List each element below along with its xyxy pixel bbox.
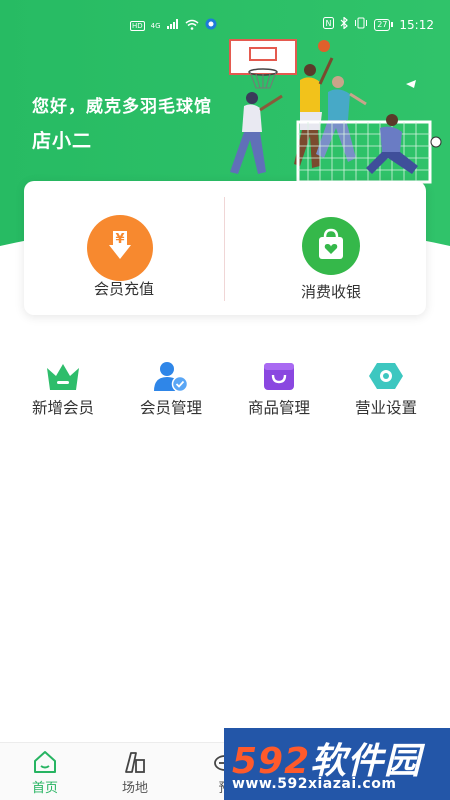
main-action-card: ¥ ¥ 会员充值 消费收银 xyxy=(24,181,426,315)
bluetooth-icon xyxy=(340,16,349,32)
recharge-button[interactable]: ¥ ¥ 会员充值 xyxy=(24,181,224,315)
tab-label: 首页 xyxy=(31,781,58,796)
greeting-text: 您好，威克多羽毛球馆 xyxy=(32,97,212,117)
shortcut-add-member[interactable]: 新增会员 xyxy=(13,356,113,422)
recharge-label: 会员充值 xyxy=(93,280,154,298)
batter-figure xyxy=(230,92,283,174)
shopping-bag-heart-icon xyxy=(302,217,360,275)
battery-level: 27 xyxy=(374,18,391,31)
vibrate-icon xyxy=(354,17,368,32)
basketball-hoop-icon xyxy=(229,39,297,89)
status-app-icon xyxy=(205,18,217,33)
svg-text:N: N xyxy=(326,19,332,28)
shopping-box-icon xyxy=(261,360,297,392)
clock: 15:12 xyxy=(399,17,434,32)
shortcut-label: 新增会员 xyxy=(31,399,94,417)
shortcut-label: 营业设置 xyxy=(354,399,417,417)
owner-name: 店小二 xyxy=(32,130,93,152)
shortcut-business-settings[interactable]: 营业设置 xyxy=(336,356,436,422)
basketball-icon xyxy=(318,40,330,52)
shortcut-label: 会员管理 xyxy=(139,399,202,417)
nfc-icon: N xyxy=(323,17,335,32)
hexagon-setting-icon xyxy=(368,360,404,392)
runner-figure xyxy=(316,76,367,162)
yen-download-icon: ¥ ¥ xyxy=(87,215,153,281)
status-right: N 27 15:12 xyxy=(323,16,434,32)
signal-icon xyxy=(166,19,179,32)
home-icon xyxy=(33,750,57,774)
venue-icon xyxy=(123,750,147,774)
tab-label: 场地 xyxy=(121,781,148,796)
sports-illustration xyxy=(229,39,442,184)
tab-venue[interactable]: 场地 xyxy=(90,743,180,800)
hd-indicator: HD xyxy=(130,20,145,31)
home-screen: HD 4G N 27 15:12 您好，威克多羽毛球馆 店小二 ¥ 会员充值 消… xyxy=(0,0,450,800)
shortcut-goods-manage[interactable]: 商品管理 xyxy=(229,356,329,422)
network-type: 4G xyxy=(150,21,161,30)
watermark-url: www.592xiazai.com xyxy=(232,776,397,792)
watermark-592: 592软件园 www.592xiazai.com xyxy=(224,728,450,800)
wifi-icon xyxy=(185,19,199,33)
soccer-ball-icon xyxy=(430,136,442,148)
status-left: HD 4G xyxy=(130,18,217,33)
shortcut-member-manage[interactable]: 会员管理 xyxy=(121,356,221,422)
tab-home[interactable]: 首页 xyxy=(0,743,90,800)
checkout-button[interactable]: 消费收银 xyxy=(224,181,424,315)
member-check-icon xyxy=(153,360,189,393)
crown-icon xyxy=(45,360,81,392)
svg-text:¥: ¥ xyxy=(115,232,124,247)
shortcut-label: 商品管理 xyxy=(247,399,310,417)
checkout-label: 消费收银 xyxy=(300,283,361,301)
shuttlecock-icon xyxy=(406,80,416,88)
battery-icon: 27 xyxy=(374,18,394,31)
shortcut-grid: 新增会员 会员管理 商品管理 营业设置 xyxy=(0,356,450,426)
